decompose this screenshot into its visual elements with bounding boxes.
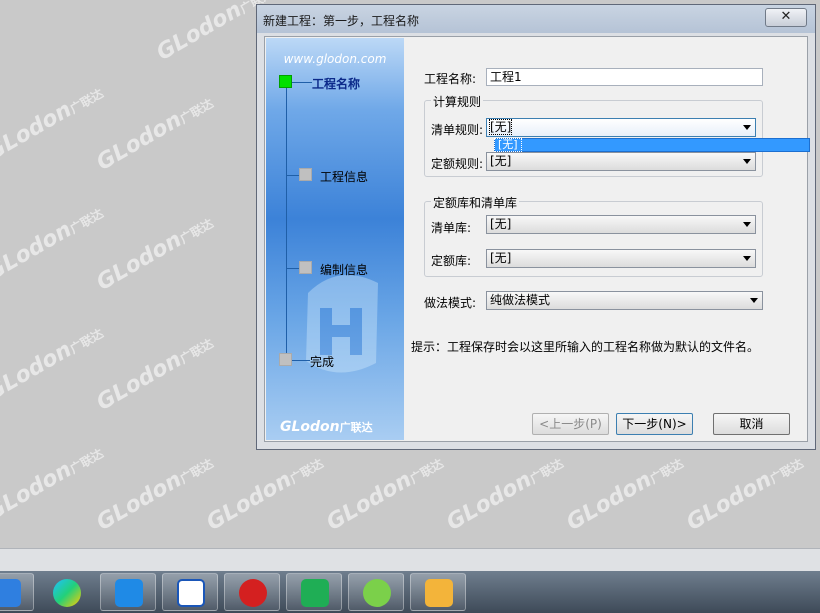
watermark: GLodon广联达 (0, 206, 106, 286)
watermark: GLodon广联达 (0, 86, 106, 166)
chevron-down-icon (743, 256, 751, 261)
cancel-button[interactable]: 取消 (713, 413, 790, 435)
list-lib-select[interactable]: [无] (486, 215, 756, 234)
chevron-down-icon (743, 159, 751, 164)
watermark: GLodon广联达 (92, 456, 216, 536)
new-project-dialog: 新建工程：第一步，工程名称 ✕ www.glodon.com 工程名称 工程信息… (256, 4, 816, 450)
watermark: GLodon广联达 (562, 456, 686, 536)
step-compile-info: 编制信息 (320, 263, 369, 277)
sogou-input-icon (115, 579, 143, 607)
hint-text: 提示：工程保存时会以这里所输入的工程名称做为默认的文件名。 (411, 340, 760, 354)
watermark: GLodon广联达 (442, 456, 566, 536)
tencent-video-icon (53, 579, 81, 607)
method-label: 做法模式: (424, 296, 477, 310)
watermark: GLodon广联达 (322, 456, 446, 536)
dialog-title: 新建工程：第一步，工程名称 (263, 14, 420, 28)
taskbar-item[interactable] (348, 573, 404, 611)
watermark: GLodon广联达 (0, 446, 106, 526)
step-marker (299, 168, 312, 181)
banner-url: www.glodon.com (283, 52, 387, 66)
dialog-titlebar[interactable]: 新建工程：第一步，工程名称 ✕ (257, 5, 815, 33)
taskbar-item[interactable] (224, 573, 280, 611)
refresh-green-icon (363, 579, 391, 607)
next-button[interactable]: 下一步(N)> (616, 413, 693, 435)
calc-rules-title: 计算规则 (431, 93, 484, 110)
watermark: GLodon广联达 (92, 96, 216, 176)
close-icon: ✕ (780, 9, 792, 24)
watermark: GLodon广联达 (92, 336, 216, 416)
quota-rule-select[interactable]: [无] (486, 152, 756, 171)
baidu-netdisk-icon (0, 579, 21, 607)
method-select[interactable]: 纯做法模式 (486, 291, 763, 310)
list-rule-label: 清单规则: (431, 123, 484, 137)
quota-lib-select[interactable]: [无] (486, 249, 756, 268)
taskbar-item[interactable] (162, 573, 218, 611)
list-rule-dropdown[interactable]: [无] (494, 138, 810, 152)
window-strip (0, 548, 820, 571)
taskbar-item[interactable] (286, 573, 342, 611)
word-icon (177, 579, 205, 607)
project-name-input[interactable]: 工程1 (486, 68, 763, 86)
step-project-info: 工程信息 (320, 170, 369, 184)
taskbar (0, 571, 820, 613)
taskbar-item[interactable] (0, 573, 34, 611)
taskbar-item[interactable] (100, 573, 156, 611)
step-marker (299, 261, 312, 274)
libs-title: 定额库和清单库 (431, 194, 520, 211)
watermark: GLodon广联达 (202, 456, 326, 536)
close-button[interactable]: ✕ (765, 8, 807, 27)
dialog-body: www.glodon.com 工程名称 工程信息 编制信息 完成 GLodon广… (264, 36, 810, 442)
chevron-down-icon (743, 222, 751, 227)
wizard-banner: www.glodon.com 工程名称 工程信息 编制信息 完成 GLodon广… (266, 38, 404, 440)
step-marker-active (279, 75, 292, 88)
list-lib-label: 清单库: (431, 221, 472, 235)
brand-logo: GLodon广联达 (280, 419, 373, 435)
taskbar-item[interactable] (38, 573, 94, 611)
glodon-h-icon (301, 579, 329, 607)
watermark: GLodon广联达 (0, 326, 106, 406)
step-project-name: 工程名称 (312, 77, 361, 91)
list-rule-option[interactable]: [无] (494, 138, 522, 152)
project-name-label: 工程名称: (424, 72, 477, 86)
step-connector (286, 82, 287, 360)
notepad-icon (425, 579, 453, 607)
watermark: GLodon广联达 (92, 216, 216, 296)
chevron-down-icon (743, 125, 751, 130)
red-app-icon (239, 579, 267, 607)
chevron-down-icon (750, 298, 758, 303)
list-rule-select[interactable]: [无] (486, 118, 756, 137)
watermark: GLodon广联达 (682, 456, 806, 536)
step-marker (279, 353, 292, 366)
step-finish: 完成 (310, 355, 335, 369)
taskbar-item[interactable] (410, 573, 466, 611)
quota-lib-label: 定额库: (431, 254, 472, 268)
quota-rule-label: 定额规则: (431, 157, 484, 171)
prev-button[interactable]: <上一步(P) (532, 413, 609, 435)
